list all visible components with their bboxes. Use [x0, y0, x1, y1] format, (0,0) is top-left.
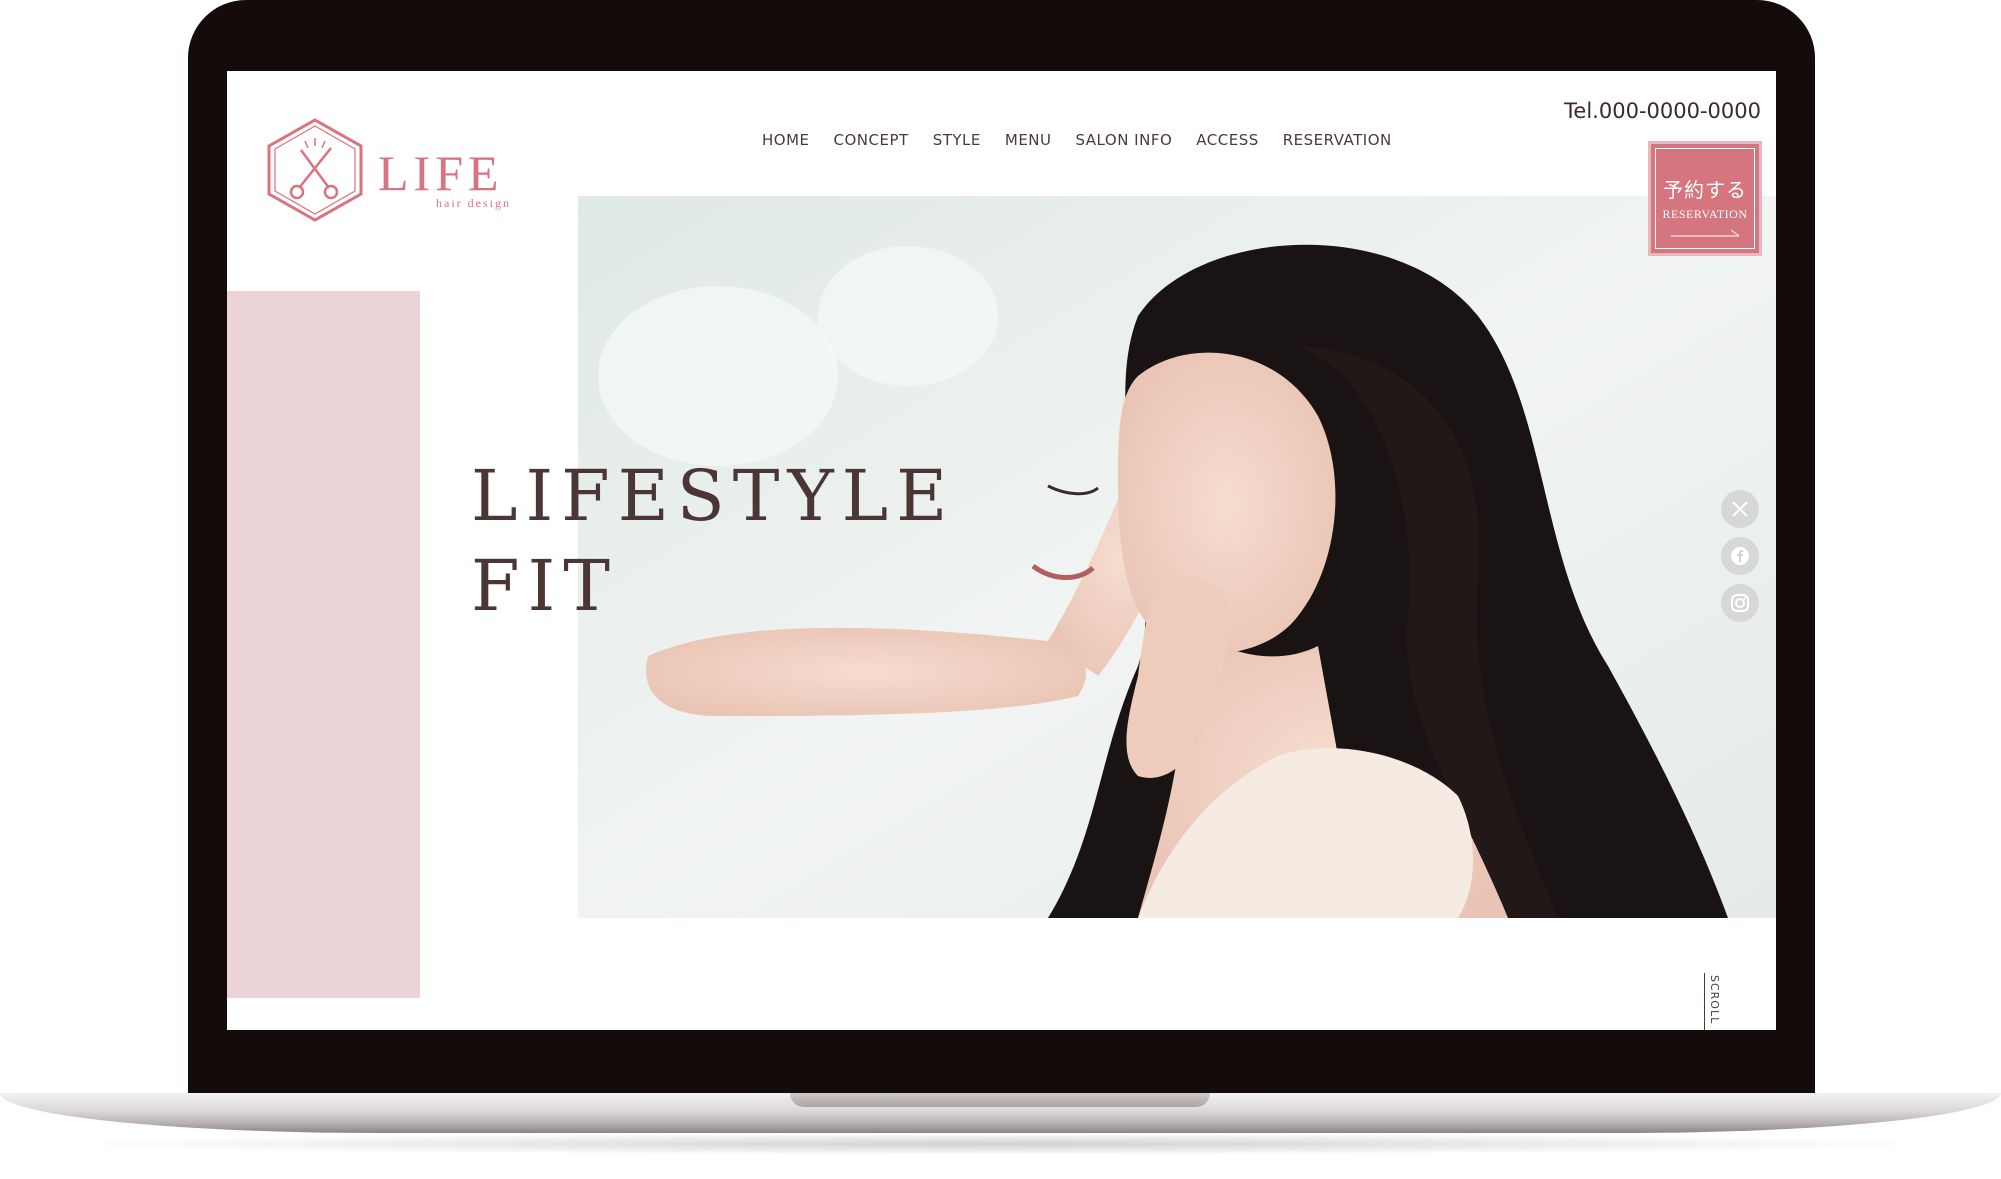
laptop-shadow [40, 1133, 1960, 1155]
nav-item-access[interactable]: ACCESS [1196, 131, 1258, 149]
x-icon[interactable] [1721, 490, 1759, 528]
logo-tagline: hair design [436, 196, 511, 210]
nav-item-style[interactable]: STYLE [933, 131, 981, 149]
pink-accent-block [227, 291, 420, 998]
main-nav: HOME CONCEPT STYLE MENU SALON INFO ACCES… [762, 131, 1416, 149]
logo[interactable]: LIFE hair design [263, 116, 523, 226]
reservation-label-en: RESERVATION [1662, 207, 1748, 221]
social-links [1721, 490, 1759, 631]
phone-number[interactable]: Tel.000-0000-0000 [1564, 99, 1761, 123]
instagram-icon[interactable] [1721, 584, 1759, 622]
scroll-indicator[interactable]: SCROLL [1704, 973, 1724, 1030]
reservation-label-jp: 予約する [1663, 178, 1747, 202]
nav-item-concept[interactable]: CONCEPT [834, 131, 909, 149]
reservation-button[interactable]: 予約する RESERVATION [1648, 141, 1762, 256]
facebook-icon[interactable] [1721, 537, 1759, 575]
hero-headline: LIFESTYLE FIT [471, 451, 955, 631]
arrow-right-icon [1671, 229, 1740, 237]
laptop-notch [790, 1093, 1210, 1107]
nav-item-menu[interactable]: MENU [1005, 131, 1052, 149]
nav-item-salon-info[interactable]: SALON INFO [1076, 131, 1173, 149]
headline-line-2: FIT [471, 545, 618, 627]
scroll-label: SCROLL [1708, 975, 1721, 1025]
scroll-line [1704, 973, 1705, 1030]
screen: LIFE hair design HOME CONCEPT STYLE MENU… [227, 71, 1776, 1030]
scissors-hexagon-icon [267, 118, 363, 222]
headline-line-1: LIFESTYLE [471, 455, 956, 537]
nav-item-home[interactable]: HOME [762, 131, 810, 149]
logo-wordmark: LIFE [378, 145, 504, 201]
nav-item-reservation[interactable]: RESERVATION [1283, 131, 1392, 149]
